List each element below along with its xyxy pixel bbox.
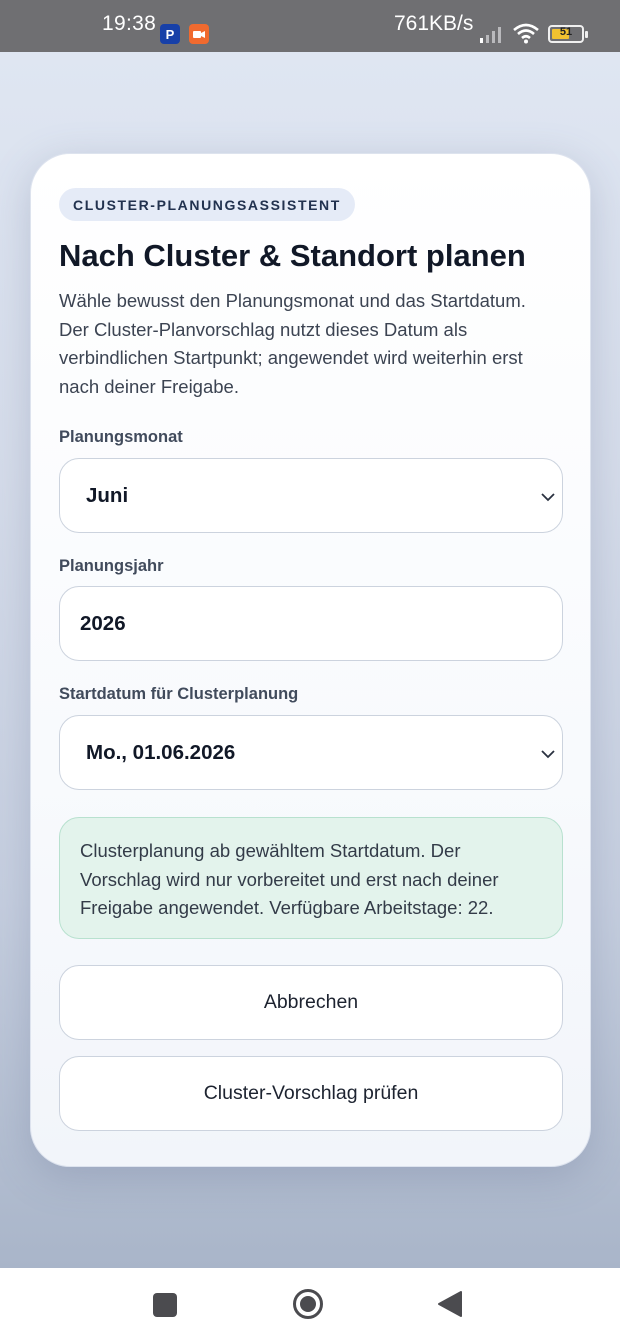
home-icon[interactable] [292,1288,324,1320]
video-recorder-icon [189,24,209,44]
month-value: Juni [86,483,129,507]
year-input[interactable]: 2026 [59,586,563,661]
month-select[interactable]: Juni [59,458,563,533]
start-date-select[interactable]: Mo., 01.06.2026 [59,715,563,790]
wifi-icon [513,23,539,44]
status-bar: 19:38 P 761KB/s 51 [0,0,620,52]
start-date-value: Mo., 01.06.2026 [86,740,236,764]
start-date-label: Startdatum für Clusterplanung [59,685,299,703]
navigation-bar [0,1268,620,1343]
year-label: Planungsjahr [59,557,164,575]
month-label: Planungsmonat [59,428,183,446]
battery-level: 51 [559,26,573,38]
paypal-icon: P [160,24,180,44]
info-notice: Clusterplanung ab gewähltem Startdatum. … [59,817,563,939]
dialog-description: Wähle bewusst den Planungsmonat und das … [59,290,526,397]
network-speed: 761KB/s [394,12,474,35]
status-time: 19:38 [102,12,157,35]
eyebrow-badge: CLUSTER-PLANUNGSASSISTENT [59,188,355,221]
signal-icon [480,27,501,43]
back-icon[interactable] [437,1290,463,1318]
recent-apps-icon[interactable] [153,1293,177,1317]
review-suggestion-button[interactable]: Cluster-Vorschlag prüfen [59,1056,563,1131]
battery-icon: 51 [548,25,588,43]
cancel-button[interactable]: Abbrechen [59,965,563,1040]
year-value: 2026 [80,611,126,635]
cluster-planning-dialog: CLUSTER-PLANUNGSASSISTENT Nach Cluster &… [30,153,591,1167]
chevron-down-icon [541,750,555,759]
dialog-title: Nach Cluster & Standort planen [59,238,526,273]
chevron-down-icon [541,493,555,502]
